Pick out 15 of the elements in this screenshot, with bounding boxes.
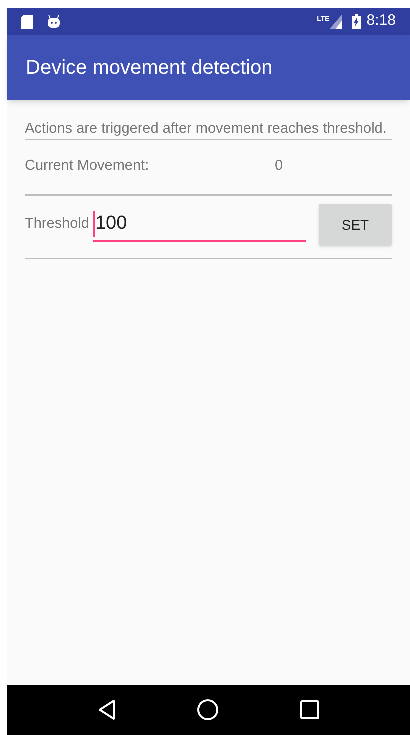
home-icon[interactable]	[197, 699, 220, 721]
robot-icon	[47, 14, 61, 28]
movement-label: Current Movement:	[25, 157, 150, 176]
sd-card-icon	[21, 14, 33, 28]
movement-value: 0	[275, 157, 284, 176]
recents-icon[interactable]	[300, 700, 320, 720]
signal-icon	[330, 14, 342, 28]
back-icon[interactable]	[97, 699, 118, 721]
app-title: Device movement detection	[26, 56, 273, 80]
description-text: Actions are triggered after movement reaches threshold.	[25, 120, 388, 138]
threshold-input[interactable]: 100	[93, 208, 306, 242]
battery-icon	[352, 14, 361, 29]
threshold-label: Threshold	[25, 215, 90, 234]
status-time: 8:18	[366, 11, 396, 32]
set-button[interactable]: SET	[319, 204, 392, 246]
